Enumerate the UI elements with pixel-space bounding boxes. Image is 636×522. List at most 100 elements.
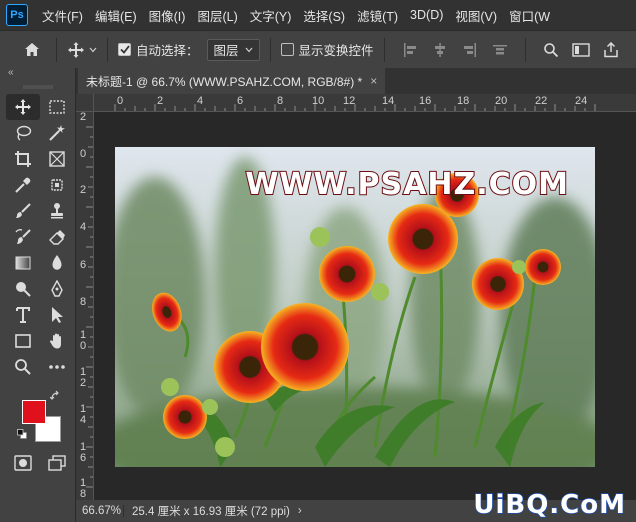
chevron-right-icon[interactable]: ›	[298, 505, 302, 517]
type-icon[interactable]	[6, 302, 40, 328]
ruler-tick-label: 1 4	[80, 403, 87, 426]
separator	[107, 37, 108, 62]
ruler-tick-label: 1 0	[80, 329, 87, 352]
photoshop-logo: Ps	[6, 4, 28, 26]
collapse-panel-button[interactable]: «	[0, 68, 75, 80]
screen-mode-icon[interactable]	[40, 450, 74, 476]
align-left-icon[interactable]	[399, 39, 421, 61]
ruler-tick-label: 1 8	[80, 477, 87, 500]
brush-icon[interactable]	[6, 198, 40, 224]
eraser-icon[interactable]	[40, 224, 74, 250]
site-watermark: UiBQ.CoM	[473, 489, 626, 521]
show-transform-checkbox[interactable]	[280, 43, 294, 56]
document-tab[interactable]: 未标题-1 @ 66.7% (WWW.PSAHZ.COM, RGB/8#) * …	[78, 68, 386, 94]
lasso-icon[interactable]	[6, 120, 40, 146]
pen-icon[interactable]	[40, 276, 74, 302]
menu-image[interactable]: 图像(I)	[143, 6, 192, 25]
menu-filter[interactable]: 滤镜(T)	[351, 6, 404, 25]
ruler-origin[interactable]	[76, 94, 94, 112]
dodge-icon[interactable]	[6, 276, 40, 302]
document-info: 25.4 厘米 x 16.93 厘米 (72 ppi)	[132, 506, 290, 518]
zoom-level[interactable]: 66.67%	[76, 505, 124, 517]
auto-select-target-dropdown[interactable]: 图层	[206, 38, 260, 61]
ruler-tick-label: 14	[382, 95, 395, 107]
color-swatches	[0, 386, 75, 446]
tools-panel: «	[0, 68, 76, 522]
ruler-tick-label: 1 6	[80, 441, 87, 464]
document-tab-bar: 未标题-1 @ 66.7% (WWW.PSAHZ.COM, RGB/8#) * …	[76, 68, 636, 94]
workspace-icon[interactable]	[570, 39, 592, 61]
crop-icon[interactable]	[6, 146, 40, 172]
magic-wand-icon[interactable]	[40, 120, 74, 146]
home-icon[interactable]	[18, 36, 46, 64]
more-tools-icon[interactable]	[40, 354, 74, 380]
gradient-icon[interactable]	[6, 250, 40, 276]
ruler-tick-label: 12	[343, 95, 356, 107]
ruler-tick-label: 2	[157, 95, 164, 107]
panel-grip[interactable]	[4, 80, 71, 94]
blur-icon[interactable]	[40, 250, 74, 276]
menu-edit[interactable]: 编辑(E)	[89, 6, 143, 25]
default-colors-icon[interactable]	[17, 428, 27, 442]
move-tool-preset-icon[interactable]	[67, 41, 97, 59]
rectangle-shape-icon[interactable]	[6, 328, 40, 354]
document-tab-title: 未标题-1 @ 66.7% (WWW.PSAHZ.COM, RGB/8#) *	[86, 74, 363, 89]
separator	[56, 37, 57, 62]
menu-file[interactable]: 文件(F)	[36, 6, 89, 25]
ruler-tick-label: 18	[457, 95, 470, 107]
auto-select-target-value: 图层	[213, 44, 239, 58]
menu-view[interactable]: 视图(V)	[449, 6, 503, 25]
vertical-ruler[interactable]: 2 0 2 4 6 8 1 0 1 2 1 4 1 6 1 8	[76, 112, 94, 500]
options-bar: 自动选择： 图层 显示变换控件	[0, 30, 636, 68]
rectangular-marquee-icon[interactable]	[40, 94, 74, 120]
close-icon[interactable]: ×	[370, 74, 377, 88]
align-right-icon[interactable]	[459, 39, 481, 61]
ruler-tick-label: 0	[117, 95, 124, 107]
menu-window[interactable]: 窗口(W	[503, 6, 556, 25]
ruler-tick-label: 2	[80, 184, 87, 196]
frame-icon[interactable]	[40, 146, 74, 172]
menu-type[interactable]: 文字(Y)	[244, 6, 298, 25]
zoom-icon[interactable]	[6, 354, 40, 380]
document-canvas[interactable]: WWW.PSAHZ.COM	[115, 147, 595, 467]
separator	[269, 37, 271, 62]
ruler-tick-label: 8	[80, 296, 87, 308]
quick-mask-icon[interactable]	[6, 450, 40, 476]
menu-select[interactable]: 选择(S)	[297, 6, 351, 25]
menu-bar: Ps 文件(F) 编辑(E) 图像(I) 图层(L) 文字(Y) 选择(S) 滤…	[0, 0, 636, 30]
watermark-text-layer: WWW.PSAHZ.COM	[244, 166, 569, 203]
history-brush-icon[interactable]	[6, 224, 40, 250]
move-tool-icon[interactable]	[6, 94, 40, 120]
menu-3d[interactable]: 3D(D)	[404, 8, 449, 22]
ruler-tick-label: 1 2	[80, 366, 87, 389]
swap-colors-icon[interactable]	[49, 390, 62, 405]
ruler-tick-label: 20	[495, 95, 508, 107]
separator	[383, 37, 385, 62]
canvas-area[interactable]: WWW.PSAHZ.COM	[94, 112, 636, 500]
horizontal-ruler[interactable]: 0 2 4 6 8 10 12 14 16 18 20 22 24	[94, 94, 636, 112]
ruler-tick-label: 10	[312, 95, 325, 107]
ruler-tick-label: 6	[80, 259, 87, 271]
hand-icon[interactable]	[40, 328, 74, 354]
search-icon[interactable]	[540, 39, 562, 61]
eyedropper-icon[interactable]	[6, 172, 40, 198]
spot-healing-icon[interactable]	[40, 172, 74, 198]
foreground-color-swatch[interactable]	[22, 400, 46, 424]
ruler-tick-label: 22	[535, 95, 548, 107]
clone-stamp-icon[interactable]	[40, 198, 74, 224]
align-horizontal-center-icon[interactable]	[429, 39, 451, 61]
auto-select-checkbox[interactable]	[118, 43, 131, 56]
ruler-tick-label: 16	[419, 95, 432, 107]
auto-select-label: 自动选择：	[136, 44, 199, 58]
ruler-tick-label: 0	[80, 148, 87, 160]
menu-layer[interactable]: 图层(L)	[191, 6, 243, 25]
ruler-tick-label: 4	[197, 95, 204, 107]
align-top-icon[interactable]	[489, 39, 511, 61]
share-icon[interactable]	[600, 39, 622, 61]
ruler-tick-label: 24	[575, 95, 588, 107]
ruler-tick-label: 2	[80, 112, 87, 123]
show-transform-label: 显示变换控件	[298, 44, 374, 58]
ruler-tick-label: 6	[237, 95, 244, 107]
ruler-tick-label: 8	[277, 95, 284, 107]
path-selection-icon[interactable]	[40, 302, 74, 328]
